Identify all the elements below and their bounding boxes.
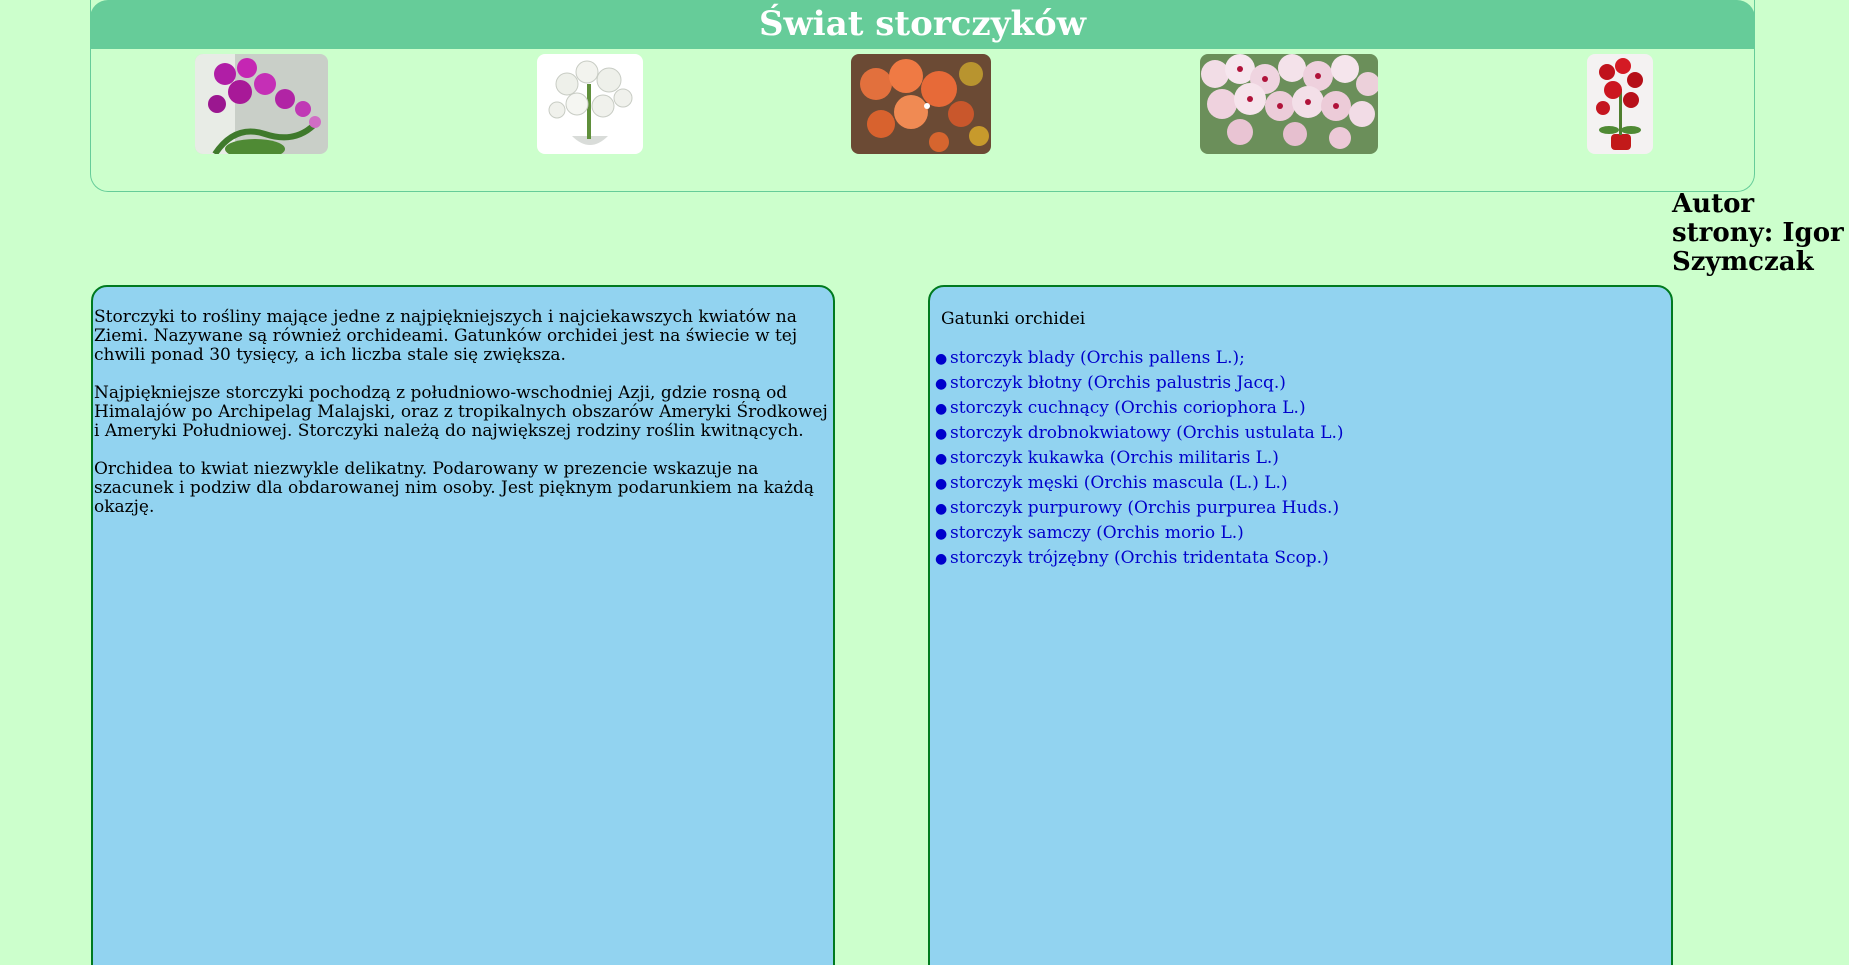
bullet-icon: ● [935,451,948,467]
list-item: ● storczyk samczy (Orchis morio L.) [935,521,1344,546]
species-link[interactable]: storczyk purpurowy (Orchis purpurea Huds… [950,498,1339,518]
species-link[interactable]: storczyk męski (Orchis mascula (L.) L.) [950,473,1288,493]
author-credit: Autor strony: Igor Szymczak [1672,189,1844,277]
species-link[interactable]: storczyk cuchnący (Orchis coriophora L.) [950,398,1306,418]
orchid-orange-photo [851,54,991,154]
intro-paragraph: Najpiękniejsze storczyki pochodzą z połu… [94,383,828,441]
list-item: ● storczyk błotny (Orchis palustris Jacq.… [935,371,1344,396]
bullet-icon: ● [935,426,948,442]
species-list-title: Gatunki orchidei [941,309,1086,329]
list-item: ● storczyk drobnokwiatowy (Orchis ustulat… [935,421,1344,446]
species-link[interactable]: storczyk błotny (Orchis palustris Jacq.) [950,373,1286,393]
bullet-icon: ● [935,551,948,567]
species-link[interactable]: storczyk trójzębny (Orchis tridentata Sc… [950,548,1329,568]
bullet-icon: ● [935,376,948,392]
list-item: ● storczyk blady (Orchis pallens L.); [935,346,1344,371]
bullet-icon: ● [935,401,948,417]
intro-paragraph: Orchidea to kwiat niezwykle delikatny. P… [94,459,815,517]
bullet-icon: ● [935,501,948,517]
orchid-red-pot-photo [1587,54,1653,154]
species-link[interactable]: storczyk kukawka (Orchis militaris L.) [950,448,1279,468]
intro-panel: Storczyki to rośliny mające jedne z najp… [91,285,835,965]
list-item: ● storczyk kukawka (Orchis militaris L.) [935,446,1344,471]
bullet-icon: ● [935,476,948,492]
species-link[interactable]: storczyk blady (Orchis pallens L.); [950,348,1245,368]
orchid-pink-spotted-photo [1200,54,1378,154]
orchid-white-pot-photo [537,54,643,154]
intro-text: Storczyki to rośliny mające jedne z najp… [93,308,833,536]
species-link[interactable]: storczyk drobnokwiatowy (Orchis ustulata… [950,423,1344,443]
orchid-purple-photo [195,54,328,154]
intro-paragraph: Storczyki to rośliny mające jedne z najp… [94,307,798,365]
bullet-icon: ● [935,526,948,542]
list-item: ● storczyk męski (Orchis mascula (L.) L.) [935,471,1344,496]
page-title: Świat storczyków [90,0,1755,49]
species-link[interactable]: storczyk samczy (Orchis morio L.) [950,523,1244,543]
list-item: ● storczyk cuchnący (Orchis coriophora L.… [935,396,1344,421]
bullet-icon: ● [935,351,948,367]
species-list: ● storczyk blady (Orchis pallens L.); ● st… [935,346,1344,571]
species-panel: Gatunki orchidei ● storczyk blady (Orchis… [928,285,1673,965]
list-item: ● storczyk purpurowy (Orchis purpurea Hud… [935,496,1344,521]
list-item: ● storczyk trójzębny (Orchis tridentata S… [935,546,1344,571]
